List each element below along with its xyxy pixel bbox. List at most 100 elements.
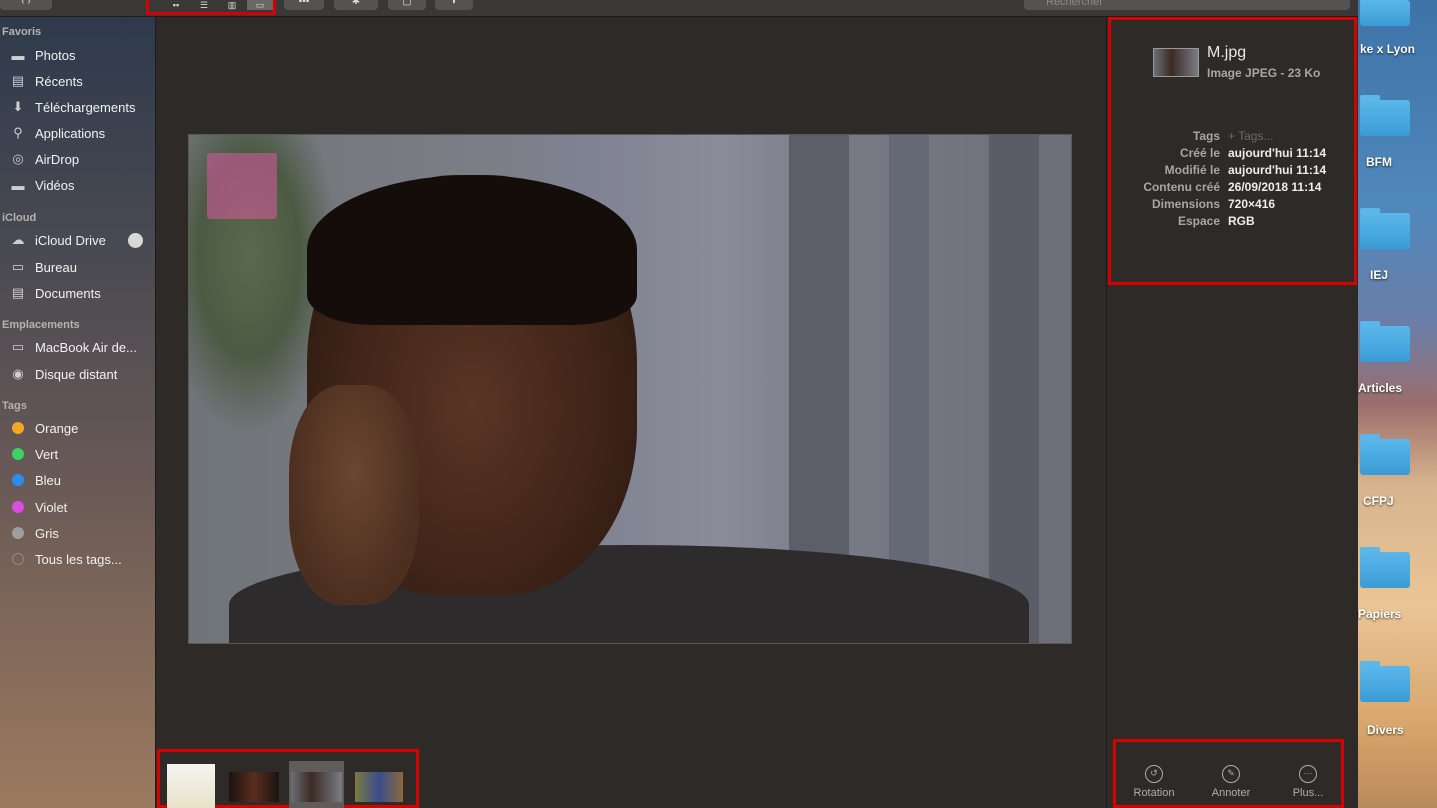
meta-row-color-space: Espace RGB: [1110, 214, 1350, 230]
folder-icon[interactable]: [1360, 0, 1410, 26]
share-button[interactable]: ▢: [388, 0, 426, 10]
tag-dot-icon: [12, 553, 24, 565]
tag-dot-icon: [12, 474, 24, 486]
sync-progress-icon: [128, 232, 143, 248]
sidebar-item-videos[interactable]: ▬ Vidéos: [8, 175, 75, 195]
meta-value: aujourd'hui 11:14: [1228, 163, 1327, 177]
sidebar-item-applications[interactable]: ⚲ Applications: [8, 123, 105, 143]
action-gear-button[interactable]: ✱: [334, 0, 378, 10]
annotate-button[interactable]: ✎ Annoter: [1201, 765, 1261, 799]
tag-gris[interactable]: Gris: [8, 523, 59, 543]
folder-icon[interactable]: [1360, 208, 1410, 249]
annotate-icon: ✎: [1222, 765, 1240, 783]
gallery-view-button[interactable]: ▭: [247, 0, 273, 10]
icon-view-button[interactable]: ▪▪: [163, 0, 189, 10]
desktop-item-label[interactable]: Papiers: [1358, 607, 1401, 621]
airdrop-icon: ◎: [12, 151, 24, 166]
more-icon: ···: [1299, 765, 1317, 783]
view-mode-selector[interactable]: ▪▪ ☰ ▥ ▭: [146, 0, 276, 15]
tag-dot-icon: [12, 527, 24, 539]
folder-icon[interactable]: [1360, 95, 1410, 136]
sidebar-section-icloud: iCloud: [2, 212, 37, 224]
cloud-icon: ☁: [11, 232, 25, 247]
applications-icon: ⚲: [13, 125, 23, 140]
desktop-item-label[interactable]: BFM: [1366, 155, 1392, 169]
desktop-item-label[interactable]: IEJ: [1370, 268, 1388, 282]
sidebar-item-icloud-drive[interactable]: ☁ iCloud Drive: [8, 230, 143, 250]
meta-key: Créé le: [1179, 146, 1220, 160]
tag-dot-icon: [12, 448, 24, 460]
meta-key: Modifié le: [1164, 163, 1220, 177]
folder-icon[interactable]: [1360, 434, 1410, 475]
group-button[interactable]: ▪▪▪: [284, 0, 324, 10]
back-forward-button[interactable]: ‹ ›: [0, 0, 52, 10]
meta-value: aujourd'hui 11:14: [1228, 146, 1327, 160]
tag-orange[interactable]: Orange: [8, 418, 78, 438]
preview-hand: [289, 385, 419, 605]
folder-icon: ▬: [11, 177, 25, 193]
sidebar-section-favoris: Favoris: [2, 26, 42, 38]
tags-input[interactable]: + Tags...: [1228, 129, 1273, 143]
thumbnail-4[interactable]: [355, 772, 403, 802]
sidebar-item-recents[interactable]: ▤ Récents: [8, 71, 83, 91]
folder-icon[interactable]: [1360, 661, 1410, 702]
file-name: M.jpg: [1207, 44, 1247, 61]
folder-icon[interactable]: [1360, 547, 1410, 588]
desktop-item-label[interactable]: ke x Lyon: [1360, 42, 1415, 56]
sidebar-item-documents[interactable]: ▤ Documents: [8, 283, 101, 303]
thumbnail-3-image: [291, 772, 342, 802]
desktop-item-label[interactable]: CFPJ: [1363, 494, 1394, 508]
tag-vert[interactable]: Vert: [8, 444, 58, 464]
meta-key: Dimensions: [1151, 197, 1220, 211]
tag-button[interactable]: ◗: [435, 0, 473, 10]
thumbnail-3-selected[interactable]: [289, 761, 344, 808]
tag-violet[interactable]: Violet: [8, 497, 67, 517]
folder-icon[interactable]: [1360, 321, 1410, 362]
finder-sidebar: Favoris ▬ Photos ▤ Récents ⬇ Téléchargement…: [0, 17, 156, 808]
file-thumbnail: [1153, 48, 1199, 77]
meta-value: 720×416: [1228, 197, 1276, 211]
meta-key: Tags: [1192, 129, 1220, 143]
sidebar-item-photos[interactable]: ▬ Photos: [8, 45, 76, 65]
sidebar-item-airdrop[interactable]: ◎ AirDrop: [8, 149, 79, 169]
tag-dot-icon: [12, 422, 24, 434]
sidebar-section-tags: Tags: [2, 400, 27, 412]
rotate-icon: ↺: [1145, 765, 1163, 783]
sidebar-item-telechargements[interactable]: ⬇ Téléchargements: [8, 97, 136, 117]
thumbnail-1[interactable]: [167, 764, 215, 808]
meta-value: 26/09/2018 11:14: [1228, 180, 1322, 194]
tag-bleu[interactable]: Bleu: [8, 470, 61, 490]
laptop-icon: ▭: [11, 339, 25, 354]
sidebar-item-macbook[interactable]: ▭ MacBook Air de...: [8, 337, 137, 357]
meta-row-tags: Tags + Tags...: [1110, 129, 1350, 145]
desktop-item-label[interactable]: Divers: [1367, 723, 1404, 737]
meta-key: Contenu créé: [1143, 180, 1220, 194]
meta-key: Espace: [1177, 214, 1220, 228]
search-input[interactable]: Rechercher: [1024, 0, 1350, 10]
sidebar-item-disque-distant[interactable]: ◉ Disque distant: [8, 364, 117, 384]
file-type: Image JPEG - 23 Ko: [1207, 66, 1321, 80]
download-icon: ⬇: [12, 99, 24, 114]
desktop-icon: ▭: [11, 259, 25, 274]
meta-row-created: Créé le aujourd'hui 11:14: [1110, 146, 1350, 162]
preview-background-pillar: [989, 135, 1039, 643]
tag-all[interactable]: Tous les tags...: [8, 549, 122, 569]
sidebar-section-emplacements: Emplacements: [2, 319, 80, 331]
list-view-button[interactable]: ☰: [191, 0, 217, 10]
column-view-button[interactable]: ▥: [219, 0, 245, 10]
bbc-three-logo: [207, 153, 277, 219]
thumbnail-2[interactable]: [229, 772, 279, 802]
more-button[interactable]: ··· Plus...: [1278, 765, 1338, 799]
meta-value: RGB: [1228, 214, 1255, 228]
document-icon: ▤: [11, 285, 25, 300]
sidebar-item-bureau[interactable]: ▭ Bureau: [8, 257, 77, 277]
image-preview[interactable]: [188, 134, 1072, 644]
preview-hair: [307, 175, 637, 325]
desktop-item-label[interactable]: Articles: [1358, 381, 1402, 395]
meta-row-dimensions: Dimensions 720×416: [1110, 197, 1350, 213]
meta-row-modified: Modifié le aujourd'hui 11:14: [1110, 163, 1350, 179]
rotate-button[interactable]: ↺ Rotation: [1124, 765, 1184, 799]
recents-icon: ▤: [11, 73, 25, 88]
disc-icon: ◉: [12, 366, 24, 381]
meta-row-content-created: Contenu créé 26/09/2018 11:14: [1110, 180, 1350, 196]
